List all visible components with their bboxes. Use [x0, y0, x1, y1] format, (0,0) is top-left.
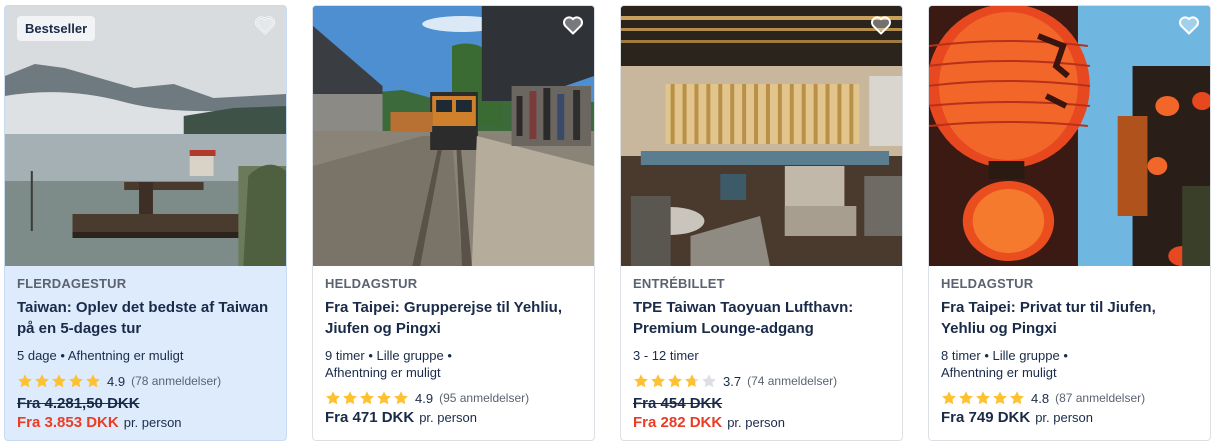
- card-body: HELDAGSTUR Fra Taipei: Privat tur til Ji…: [929, 266, 1210, 440]
- star-icon: [69, 374, 83, 388]
- review-count: (87 anmeldelser): [1055, 391, 1146, 405]
- activity-title[interactable]: Fra Taipei: Grupperejse til Yehliu, Jiuf…: [325, 297, 582, 339]
- activity-category: FLERDAGESTUR: [17, 276, 127, 291]
- star-icon: [993, 391, 1007, 405]
- activity-title[interactable]: TPE Taiwan Taoyuan Lufthavn: Premium Lou…: [633, 297, 890, 339]
- star-rating: [633, 373, 717, 389]
- taiwan-lake-pier-photo: [5, 6, 286, 266]
- star-icon: [702, 374, 716, 388]
- star-icon: [343, 391, 357, 405]
- price-unit: pr. person: [123, 415, 182, 430]
- activity-meta: 9 timer • Lille gruppe • Afhentning er m…: [325, 348, 452, 380]
- rating-value: 4.9: [107, 373, 126, 389]
- activity-meta: 5 dage • Afhentning er muligt: [17, 348, 184, 363]
- rating-row: 3.7 (74 anmeldelser): [633, 372, 890, 390]
- star-icon: [959, 391, 973, 405]
- activity-category: HELDAGSTUR: [941, 276, 1034, 291]
- red-lanterns-photo: [929, 6, 1210, 266]
- price-row: Fra 282 DKK pr. person: [633, 414, 890, 431]
- bestseller-badge: Bestseller: [17, 16, 96, 41]
- activity-category: HELDAGSTUR: [325, 276, 418, 291]
- original-price: Fra 4.281,50 DKK: [17, 395, 140, 412]
- current-price: Fra 749 DKK: [941, 409, 1031, 426]
- star-icon: [685, 374, 699, 388]
- rating-value: 3.7: [723, 373, 742, 389]
- activity-card[interactable]: Bestseller FLERDAGESTUR Taiwan: Oplev de…: [4, 5, 287, 441]
- star-icon: [326, 391, 340, 405]
- rating-value: 4.9: [415, 390, 434, 406]
- current-price: Fra 3.853 DKK: [17, 414, 119, 431]
- activity-meta: 8 timer • Lille gruppe • Afhentning er m…: [941, 348, 1068, 380]
- rating-value: 4.8: [1031, 390, 1050, 406]
- star-icon: [35, 374, 49, 388]
- card-body: FLERDAGESTUR Taiwan: Oplev det bedste af…: [5, 266, 286, 440]
- star-rating: [941, 390, 1025, 406]
- activity-cards-row: Bestseller FLERDAGESTUR Taiwan: Oplev de…: [0, 0, 1215, 447]
- star-icon: [1010, 391, 1024, 405]
- heart-icon: [563, 16, 583, 35]
- card-body: ENTRÉBILLET TPE Taiwan Taoyuan Lufthavn:…: [621, 266, 902, 440]
- star-icon: [651, 374, 665, 388]
- current-price: Fra 282 DKK: [633, 414, 723, 431]
- star-icon: [86, 374, 100, 388]
- heart-icon: [255, 16, 275, 35]
- activity-title[interactable]: Taiwan: Oplev det bedste af Taiwan på en…: [17, 297, 274, 339]
- star-icon: [377, 391, 391, 405]
- price-row: Fra 749 DKK pr. person: [941, 409, 1198, 426]
- card-body: HELDAGSTUR Fra Taipei: Grupperejse til Y…: [313, 266, 594, 440]
- activity-card[interactable]: HELDAGSTUR Fra Taipei: Grupperejse til Y…: [312, 5, 595, 441]
- review-count: (78 anmeldelser): [131, 374, 222, 388]
- wishlist-button[interactable]: [868, 12, 894, 38]
- airport-lounge-photo: [621, 6, 902, 266]
- rating-row: 4.8 (87 anmeldelser): [941, 389, 1198, 407]
- activity-card[interactable]: ENTRÉBILLET TPE Taiwan Taoyuan Lufthavn:…: [620, 5, 903, 441]
- activity-title[interactable]: Fra Taipei: Privat tur til Jiufen, Yehli…: [941, 297, 1198, 339]
- star-icon: [942, 391, 956, 405]
- wishlist-button[interactable]: [1176, 12, 1202, 38]
- activity-meta: 3 - 12 timer: [633, 348, 699, 363]
- star-icon: [18, 374, 32, 388]
- current-price: Fra 471 DKK: [325, 409, 415, 426]
- price-row: Fra 3.853 DKK pr. person: [17, 414, 274, 431]
- activity-card[interactable]: HELDAGSTUR Fra Taipei: Privat tur til Ji…: [928, 5, 1211, 441]
- star-icon: [394, 391, 408, 405]
- star-icon: [52, 374, 66, 388]
- card-image[interactable]: [621, 6, 902, 266]
- rating-row: 4.9 (78 anmeldelser): [17, 372, 274, 390]
- price-unit: pr. person: [419, 410, 478, 425]
- card-image[interactable]: [929, 6, 1210, 266]
- heart-icon: [871, 16, 891, 35]
- price-unit: pr. person: [727, 415, 786, 430]
- star-rating: [17, 373, 101, 389]
- star-icon: [360, 391, 374, 405]
- review-count: (95 anmeldelser): [439, 391, 530, 405]
- card-image[interactable]: Bestseller: [5, 6, 286, 266]
- wishlist-button[interactable]: [560, 12, 586, 38]
- star-icon: [976, 391, 990, 405]
- star-rating: [325, 390, 409, 406]
- star-icon: [634, 374, 648, 388]
- train-station-photo: [313, 6, 594, 266]
- rating-row: 4.9 (95 anmeldelser): [325, 389, 582, 407]
- price-row: Fra 471 DKK pr. person: [325, 409, 582, 426]
- heart-icon: [1179, 16, 1199, 35]
- price-unit: pr. person: [1035, 410, 1094, 425]
- star-icon: [668, 374, 682, 388]
- original-price: Fra 454 DKK: [633, 395, 723, 412]
- card-image[interactable]: [313, 6, 594, 266]
- activity-category: ENTRÉBILLET: [633, 276, 725, 291]
- wishlist-button[interactable]: [252, 12, 278, 38]
- review-count: (74 anmeldelser): [747, 374, 838, 388]
